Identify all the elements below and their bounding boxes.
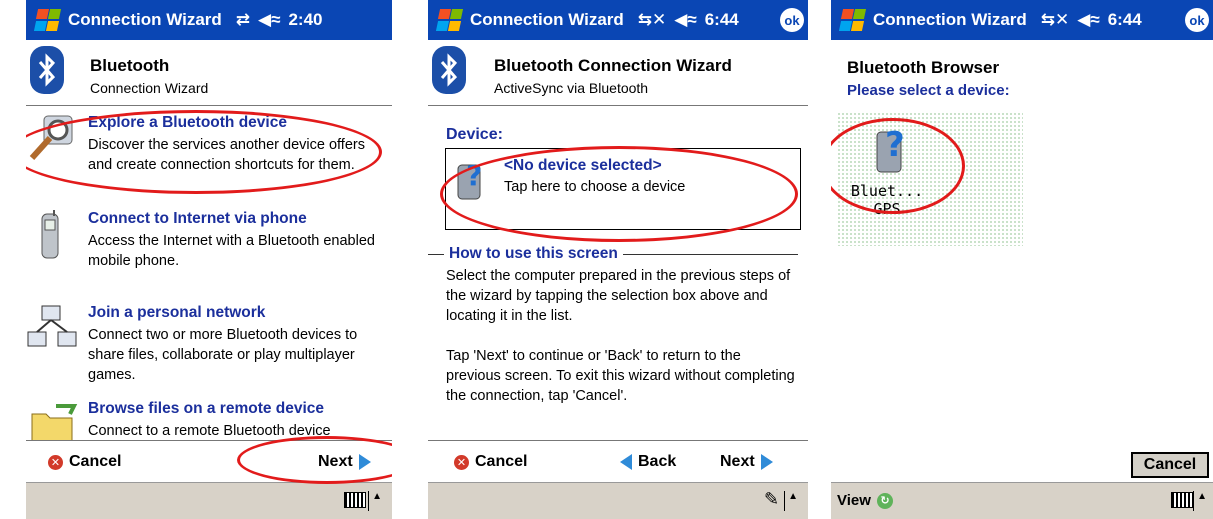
magnifier-icon [26,114,80,168]
input-menu-arrow-icon[interactable]: ▲ [1193,491,1207,511]
unknown-device-icon: ? [452,155,496,208]
volume-icon[interactable]: ◀≈ [1077,10,1099,30]
titlebar: Connection Wizard ⇆✕ ◀≈ 6:44 ok [831,0,1213,40]
clock-time[interactable]: 6:44 [1108,10,1142,30]
device-browser-area [837,112,1023,246]
view-menu[interactable]: View ↻ [837,492,893,509]
menu-bar: ▲ [26,482,392,519]
arrow-left-icon [620,454,632,470]
ok-button[interactable]: ok [780,8,804,32]
page-subtitle: Connection Wizard [90,80,209,96]
page-subtitle: ActiveSync via Bluetooth [494,80,649,96]
page-header: Bluetooth Connection Wizard [26,40,392,106]
device-label: Device: [446,126,503,143]
bluetooth-icon [30,46,64,94]
device-label[interactable]: Bluet... GPS [847,182,927,218]
device-item-bluetooth-gps[interactable]: ? [871,118,921,183]
window-title: Connection Wizard [68,10,222,29]
item-title: Browse files on a remote device [88,400,325,417]
titlebar: Connection Wizard ⇄ ◀≈ 2:40 [26,0,392,40]
volume-icon[interactable]: ◀≈ [258,10,280,30]
clock-time[interactable]: 6:44 [705,10,739,30]
next-button[interactable]: Next [318,453,371,471]
page-subtitle: Please select a device: [847,82,1010,99]
unknown-device-icon: ? [876,125,905,173]
window-title: Connection Wizard [873,10,1027,29]
refresh-icon[interactable]: ↻ [876,492,893,509]
connectivity-off-icon[interactable]: ⇆✕ [1041,10,1070,30]
keyboard-icon[interactable] [1171,492,1193,508]
panel-wizard-start: Connection Wizard ⇄ ◀≈ 2:40 Bluetooth Co… [26,0,392,519]
device-selector[interactable]: ? <No device selected> Tap here to choos… [445,148,801,230]
cancel-icon: ✕ [454,454,469,470]
device-hint: Tap here to choose a device [504,179,686,195]
connectivity-off-icon[interactable]: ⇆✕ [638,10,667,30]
start-menu-icon[interactable] [837,7,867,33]
cancel-button[interactable]: ✕ Cancel [454,453,527,471]
command-bar: ✕ Cancel Next [26,440,392,482]
item-title: Connect to Internet via phone [88,210,307,227]
svg-text:?: ? [466,159,482,192]
list-item-explore-device[interactable]: Explore a Bluetooth device Discover the … [26,114,376,198]
page-header: Bluetooth Connection Wizard ActiveSync v… [428,40,808,106]
svg-text:?: ? [885,125,905,165]
handwriting-pen-icon[interactable]: ✎ [764,489,779,510]
cancel-button[interactable]: ✕ Cancel [48,453,121,471]
item-title: Explore a Bluetooth device [88,114,287,131]
command-bar: ✕ Cancel Back Next [428,440,808,482]
wizard-options-list: Explore a Bluetooth device Discover the … [26,106,392,440]
list-item-browse-files[interactable]: Browse files on a remote device Connect … [26,400,376,440]
device-title: <No device selected> [504,157,662,174]
titlebar: Connection Wizard ⇆✕ ◀≈ 6:44 ok [428,0,808,40]
connectivity-icon[interactable]: ⇄ [236,10,250,30]
page-title: Bluetooth Browser [847,58,1000,77]
item-desc: Discover the services another device off… [88,137,365,173]
start-menu-icon[interactable] [32,7,62,33]
panel-bluetooth-browser: Connection Wizard ⇆✕ ◀≈ 6:44 ok Bluetoot… [831,0,1213,519]
list-item-personal-network[interactable]: Join a personal network Connect two or m… [26,304,376,388]
network-computers-icon [26,304,80,358]
page-title: Bluetooth [90,56,170,75]
keyboard-icon[interactable] [344,492,366,508]
menu-bar: ✎ ▲ [428,482,808,519]
bluetooth-icon [432,46,466,94]
panel-connection-wizard: Connection Wizard ⇆✕ ◀≈ 6:44 ok Bluetoot… [428,0,808,519]
back-button[interactable]: Back [620,453,676,471]
page-title: Bluetooth Connection Wizard [494,56,732,75]
item-desc: Access the Internet with a Bluetooth ena… [88,233,375,269]
item-desc: Connect two or more Bluetooth devices to… [88,327,358,383]
ok-button[interactable]: ok [1185,8,1209,32]
cancel-icon: ✕ [48,454,63,470]
list-item-connect-internet[interactable]: Connect to Internet via phone Access the… [26,210,376,276]
item-desc: Connect to a remote Bluetooth device [88,423,331,439]
menu-bar: View ↻ ▲ [831,482,1213,519]
item-title: Join a personal network [88,304,266,321]
cancel-button[interactable]: Cancel [1131,452,1209,478]
next-button[interactable]: Next [720,453,773,471]
instruction-text: Select the computer prepared in the prev… [446,268,791,324]
input-menu-arrow-icon[interactable]: ▲ [368,491,382,511]
how-to-label: How to use this screen [444,245,623,263]
clock-time[interactable]: 2:40 [288,10,322,30]
mobile-phone-icon [26,210,80,264]
start-menu-icon[interactable] [434,7,464,33]
instruction-text: Tap 'Next' to continue or 'Back' to retu… [446,348,795,404]
input-menu-arrow-icon[interactable]: ▲ [784,491,798,511]
arrow-right-icon [760,454,773,470]
folder-icon [26,400,80,440]
arrow-right-icon [358,454,371,470]
volume-icon[interactable]: ◀≈ [674,10,696,30]
window-title: Connection Wizard [470,10,624,29]
